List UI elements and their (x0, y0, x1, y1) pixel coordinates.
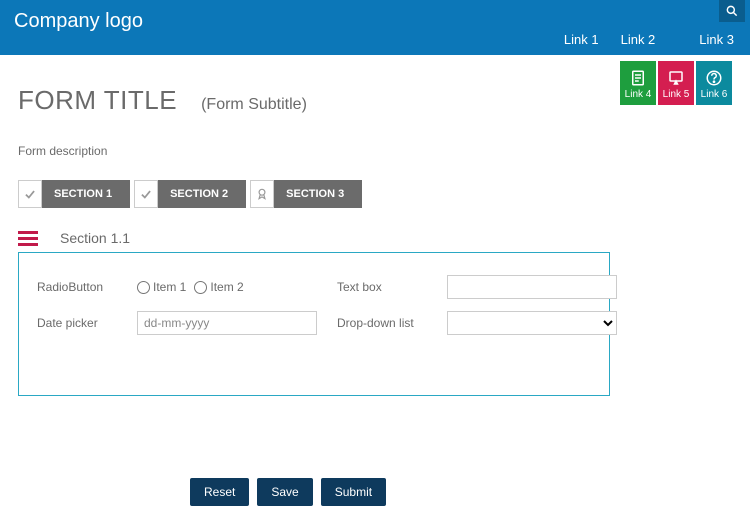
link5-label: Link 5 (663, 89, 690, 100)
top-link-2[interactable]: Link 2 (621, 32, 656, 47)
reset-button[interactable]: Reset (190, 478, 249, 506)
search-button[interactable] (719, 0, 745, 22)
search-icon (725, 4, 739, 18)
content: Link 4 Link 5 Link 6 FORM TITLE (Form Su… (0, 55, 750, 414)
radio-input-1[interactable] (137, 281, 150, 294)
form-description: Form description (18, 144, 732, 158)
radio-options: Item 1 Item 2 (137, 280, 317, 294)
footer-buttons: Reset Save Submit (190, 478, 386, 506)
document-icon (629, 69, 647, 87)
radio-item-1[interactable]: Item 1 (137, 280, 186, 294)
badge-icon (250, 180, 274, 208)
section-1-label: SECTION 1 (48, 180, 130, 208)
link4-label: Link 4 (625, 89, 652, 100)
dropdown-label: Drop-down list (337, 316, 427, 330)
radio-item-1-label: Item 1 (153, 280, 186, 294)
radio-input-2[interactable] (194, 281, 207, 294)
check-icon (134, 180, 158, 208)
subsection-row: Section 1.1 (18, 230, 732, 246)
section-2-label: SECTION 2 (164, 180, 246, 208)
company-logo: Company logo (0, 0, 750, 33)
section-tab-1[interactable]: SECTION 1 (18, 180, 130, 208)
radio-item-2-label: Item 2 (210, 280, 243, 294)
help-icon (705, 69, 723, 87)
top-bar: Company logo Link 1 Link 2 Link 3 (0, 0, 750, 55)
top-link-1[interactable]: Link 1 (564, 32, 599, 47)
form-subtitle: (Form Subtitle) (201, 96, 307, 114)
top-links: Link 1 Link 2 Link 3 (564, 32, 734, 47)
check-icon (18, 180, 42, 208)
monitor-icon (667, 69, 685, 87)
section-tab-2[interactable]: SECTION 2 (134, 180, 246, 208)
textbox-input[interactable] (447, 275, 617, 299)
top-link-3[interactable]: Link 3 (699, 32, 734, 47)
save-button[interactable]: Save (257, 478, 312, 506)
datepicker-input[interactable] (137, 311, 317, 335)
dropdown-select[interactable] (447, 311, 617, 335)
textbox-label: Text box (337, 280, 427, 294)
submit-button[interactable]: Submit (321, 478, 386, 506)
form-panel: RadioButton Item 1 Item 2 Text box Date … (18, 252, 610, 396)
link6-button[interactable]: Link 6 (696, 61, 732, 105)
radio-item-2[interactable]: Item 2 (194, 280, 243, 294)
link4-button[interactable]: Link 4 (620, 61, 656, 105)
radio-label: RadioButton (37, 280, 117, 294)
form-title: FORM TITLE (18, 85, 177, 116)
section-tab-3[interactable]: SECTION 3 (250, 180, 362, 208)
section-3-label: SECTION 3 (280, 180, 362, 208)
block-links: Link 4 Link 5 Link 6 (620, 61, 732, 105)
menu-icon[interactable] (18, 231, 38, 246)
link6-label: Link 6 (701, 89, 728, 100)
datepicker-label: Date picker (37, 316, 117, 330)
link5-button[interactable]: Link 5 (658, 61, 694, 105)
section-tabs: SECTION 1 SECTION 2 SECTION 3 (18, 180, 732, 208)
subsection-title: Section 1.1 (60, 230, 130, 246)
